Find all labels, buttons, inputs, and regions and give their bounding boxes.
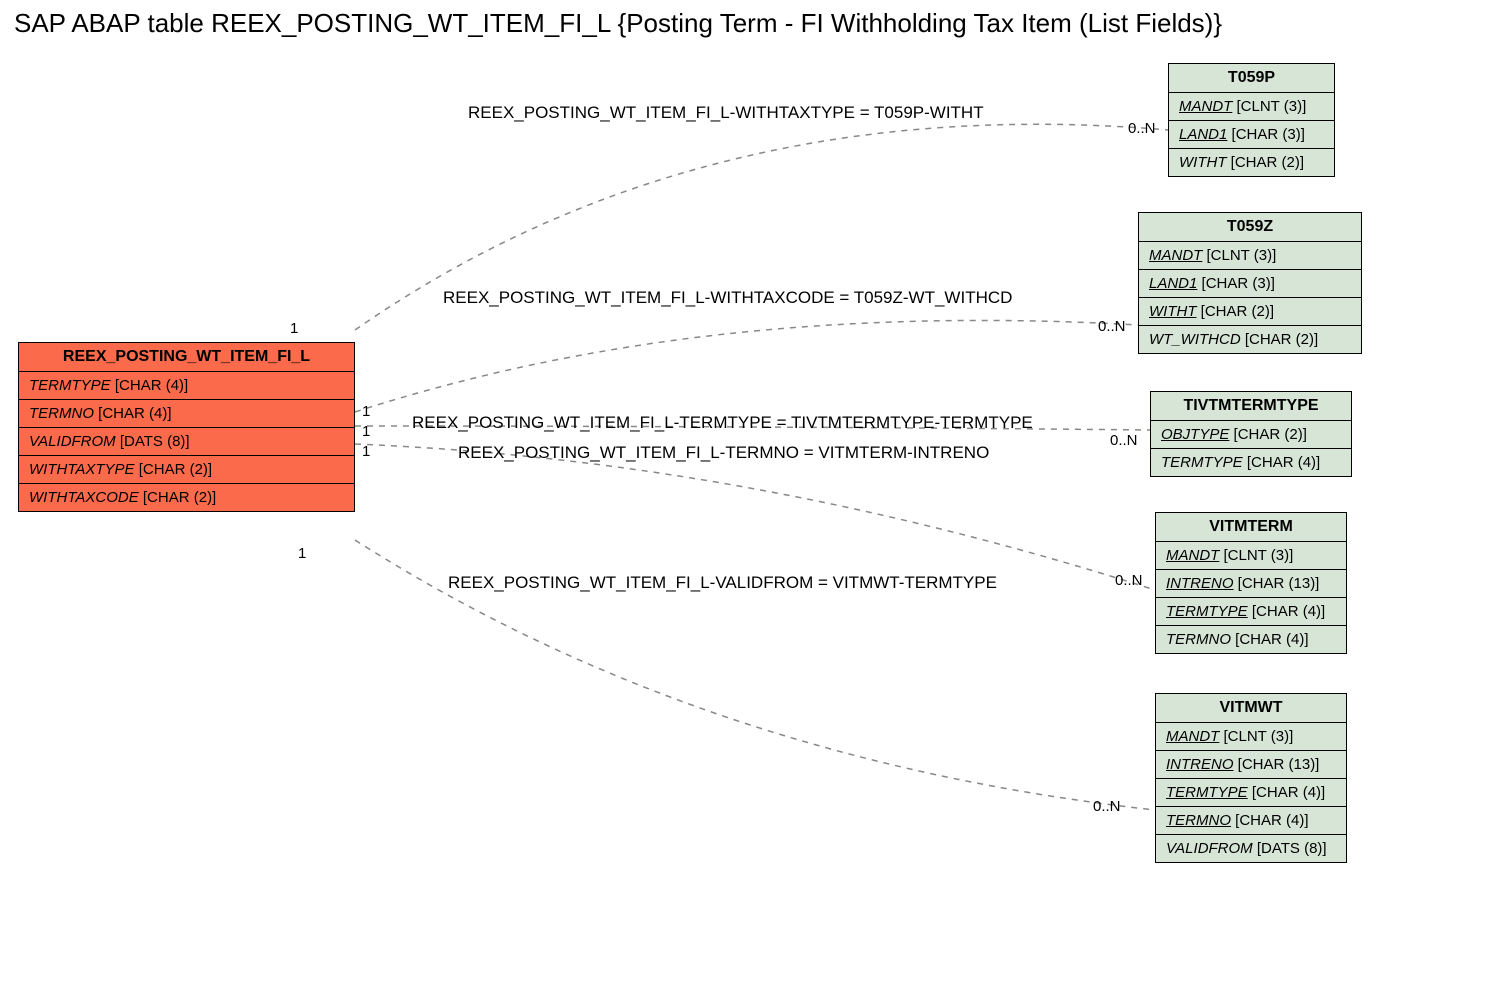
cardinality-right: 0..N xyxy=(1098,318,1126,335)
relation-label: REEX_POSTING_WT_ITEM_FI_L-WITHTAXCODE = … xyxy=(443,288,1012,308)
entity-field: INTRENO [CHAR (13)] xyxy=(1156,570,1346,598)
entity-field: WT_WITHCD [CHAR (2)] xyxy=(1139,326,1361,353)
relation-label: REEX_POSTING_WT_ITEM_FI_L-TERMTYPE = TIV… xyxy=(412,413,1033,433)
entity-header: VITMTERM xyxy=(1156,513,1346,542)
entity-field: TERMNO [CHAR (4)] xyxy=(1156,807,1346,835)
entity-field: TERMTYPE [CHAR (4)] xyxy=(1151,449,1351,476)
cardinality-left: 1 xyxy=(362,443,370,460)
entity-field: OBJTYPE [CHAR (2)] xyxy=(1151,421,1351,449)
relation-label: REEX_POSTING_WT_ITEM_FI_L-WITHTAXTYPE = … xyxy=(468,103,984,123)
entity-vitmwt: VITMWT MANDT [CLNT (3)] INTRENO [CHAR (1… xyxy=(1155,693,1347,863)
cardinality-left: 1 xyxy=(362,423,370,440)
cardinality-right: 0..N xyxy=(1110,432,1138,449)
entity-main-field: WITHTAXTYPE [CHAR (2)] xyxy=(19,456,354,484)
relation-label: REEX_POSTING_WT_ITEM_FI_L-VALIDFROM = VI… xyxy=(448,573,997,593)
entity-main: REEX_POSTING_WT_ITEM_FI_L TERMTYPE [CHAR… xyxy=(18,342,355,512)
cardinality-right: 0..N xyxy=(1115,572,1143,589)
entity-field: INTRENO [CHAR (13)] xyxy=(1156,751,1346,779)
entity-t059p: T059P MANDT [CLNT (3)] LAND1 [CHAR (3)] … xyxy=(1168,63,1335,177)
entity-field: MANDT [CLNT (3)] xyxy=(1139,242,1361,270)
entity-field: LAND1 [CHAR (3)] xyxy=(1169,121,1334,149)
entity-header: VITMWT xyxy=(1156,694,1346,723)
cardinality-left: 1 xyxy=(290,320,298,337)
cardinality-right: 0..N xyxy=(1093,798,1121,815)
entity-field: TERMNO [CHAR (4)] xyxy=(1156,626,1346,653)
entity-field: MANDT [CLNT (3)] xyxy=(1169,93,1334,121)
entity-t059z: T059Z MANDT [CLNT (3)] LAND1 [CHAR (3)] … xyxy=(1138,212,1362,354)
entity-main-field: VALIDFROM [DATS (8)] xyxy=(19,428,354,456)
entity-field: WITHT [CHAR (2)] xyxy=(1169,149,1334,176)
entity-header: T059Z xyxy=(1139,213,1361,242)
entity-field: VALIDFROM [DATS (8)] xyxy=(1156,835,1346,862)
entity-field: TERMTYPE [CHAR (4)] xyxy=(1156,779,1346,807)
entity-main-field: TERMTYPE [CHAR (4)] xyxy=(19,372,354,400)
entity-field: MANDT [CLNT (3)] xyxy=(1156,723,1346,751)
diagram-title: SAP ABAP table REEX_POSTING_WT_ITEM_FI_L… xyxy=(14,8,1222,39)
entity-main-header: REEX_POSTING_WT_ITEM_FI_L xyxy=(19,343,354,372)
entity-main-field: WITHTAXCODE [CHAR (2)] xyxy=(19,484,354,511)
entity-vitmterm: VITMTERM MANDT [CLNT (3)] INTRENO [CHAR … xyxy=(1155,512,1347,654)
entity-field: MANDT [CLNT (3)] xyxy=(1156,542,1346,570)
entity-field: WITHT [CHAR (2)] xyxy=(1139,298,1361,326)
cardinality-right: 0..N xyxy=(1128,120,1156,137)
cardinality-left: 1 xyxy=(362,403,370,420)
entity-header: TIVTMTERMTYPE xyxy=(1151,392,1351,421)
entity-field: LAND1 [CHAR (3)] xyxy=(1139,270,1361,298)
relation-label: REEX_POSTING_WT_ITEM_FI_L-TERMNO = VITMT… xyxy=(458,443,989,463)
entity-field: TERMTYPE [CHAR (4)] xyxy=(1156,598,1346,626)
entity-tivtmtermtype: TIVTMTERMTYPE OBJTYPE [CHAR (2)] TERMTYP… xyxy=(1150,391,1352,477)
entity-header: T059P xyxy=(1169,64,1334,93)
cardinality-left: 1 xyxy=(298,545,306,562)
entity-main-field: TERMNO [CHAR (4)] xyxy=(19,400,354,428)
